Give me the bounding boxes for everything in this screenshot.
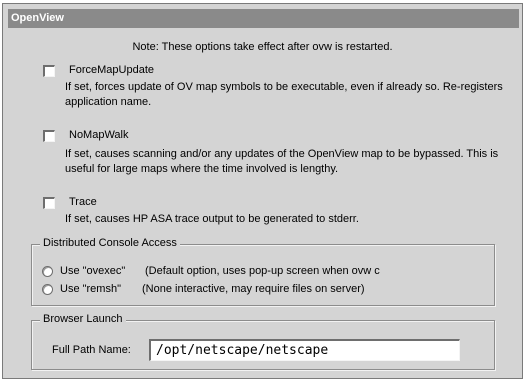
options-panel: OpenView Note: These options take effect…: [2, 3, 523, 379]
force-map-update-description: If set, forces update of OV map symbols …: [65, 81, 503, 108]
remsh-label[interactable]: Use "remsh": [60, 283, 121, 295]
browser-launch-group: Browser Launch Full Path Name:: [31, 313, 495, 370]
ovexec-radio[interactable]: [42, 266, 53, 277]
browser-launch-title: Browser Launch: [40, 313, 126, 325]
no-map-walk-checkbox[interactable]: [43, 130, 55, 142]
full-path-label: Full Path Name:: [52, 344, 131, 356]
trace-checkbox[interactable]: [43, 197, 55, 209]
distributed-console-title: Distributed Console Access: [40, 237, 180, 249]
force-map-update-checkbox[interactable]: [43, 65, 55, 77]
remsh-description: (None interactive, may require files on …: [142, 283, 365, 295]
no-map-walk-description: If set, causes scanning and/or any updat…: [65, 148, 499, 175]
distributed-console-group: Distributed Console Access Use "ovexec" …: [31, 237, 495, 306]
trace-description: If set, causes HP ASA trace output to be…: [65, 213, 359, 225]
no-map-walk-label[interactable]: NoMapWalk: [69, 129, 129, 141]
panel-title: OpenView: [8, 9, 519, 28]
remsh-radio[interactable]: [42, 284, 53, 295]
force-map-update-label[interactable]: ForceMapUpdate: [69, 64, 154, 76]
trace-label[interactable]: Trace: [69, 196, 97, 208]
ovexec-label[interactable]: Use "ovexec": [60, 265, 125, 277]
full-path-input[interactable]: [149, 339, 460, 361]
restart-note: Note: These options take effect after ov…: [132, 41, 393, 53]
ovexec-description: (Default option, uses pop-up screen when…: [145, 265, 380, 277]
